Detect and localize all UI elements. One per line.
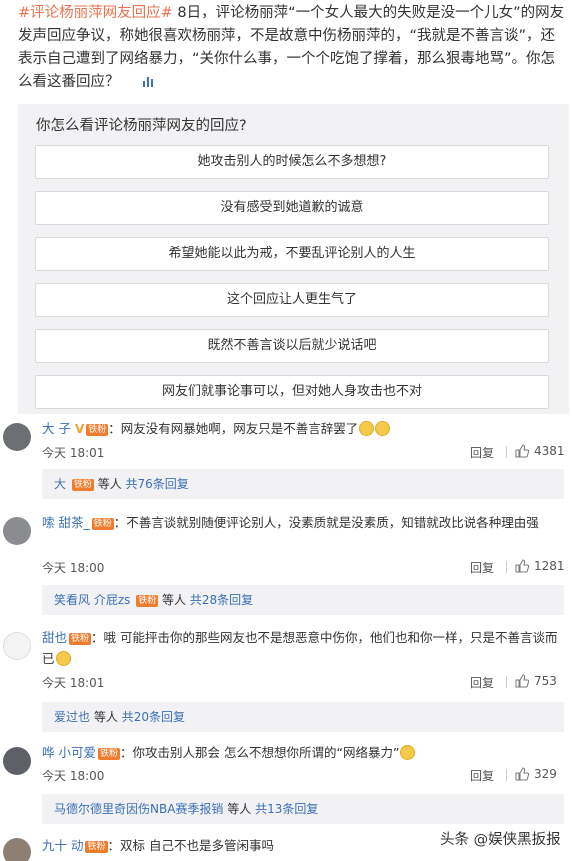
comment-text: 嗦 甜茶_ 铁粉 ：不善言谈就别随便评论别人，没素质就是没素质，知错就改比说各种理由… (42, 515, 539, 530)
sub-replies[interactable]: 大 铁粉 等人 共76条回复 (42, 469, 564, 499)
like-count: 1281 (534, 559, 565, 573)
poll-option[interactable]: 希望她能以此为戒，不要乱评论别人的人生 (35, 237, 549, 271)
thumbs-up-icon[interactable] (515, 444, 530, 458)
comment-text: 哗 小可爱 铁粉 ：你攻击别人那会 怎么不想想你所谓的“网络暴力” (42, 742, 562, 763)
post-text: #评论杨丽萍网友回应# 8日，评论杨丽萍“一个女人最大的失败是没一个儿女”的网友… (18, 2, 566, 94)
emoji-icon (55, 651, 71, 666)
reply-button[interactable]: 回复 (470, 674, 494, 691)
fan-badge: 铁粉 (69, 633, 92, 645)
poll-title: 你怎么看评论杨丽萍网友的回应? (36, 118, 247, 134)
divider (506, 446, 507, 458)
comment-username[interactable]: 大 子 (42, 421, 71, 436)
emoji-icon (359, 421, 375, 436)
comment-time: 今天 18:01 (42, 676, 105, 690)
comment-body: 哦 可能抨击你的那些网友也不是想恶意中伤你，他们也和你一样，只是不善言谈而已 (42, 630, 558, 666)
comment-body: 双标 自己不也是多管闲事吗 (120, 838, 274, 853)
like-count: 753 (534, 674, 557, 688)
verified-badge-icon: V (74, 422, 85, 436)
sub-reply-user[interactable]: 爱过也 (54, 710, 90, 724)
reply-button[interactable]: 回复 (470, 444, 494, 461)
thumbs-up-icon[interactable] (515, 559, 530, 573)
fan-badge: 铁粉 (85, 841, 108, 853)
sub-replies[interactable]: 马德尔德里奇因伤NBA赛季报销 等人 共13条回复 (42, 794, 564, 824)
avatar[interactable] (3, 632, 31, 660)
sub-reply-mid: 等人 (97, 477, 122, 491)
sub-reply-user[interactable]: 笑看风 介屁zs (54, 593, 130, 607)
reply-button[interactable]: 回复 (470, 767, 494, 784)
sub-replies[interactable]: 笑看风 介屁zs 铁粉 等人 共28条回复 (42, 585, 564, 615)
divider (506, 561, 507, 573)
comment-time: 今天 18:00 (42, 561, 105, 575)
like-count: 4381 (534, 444, 565, 458)
comment-body: 不善言谈就别随便评论别人，没素质就是没素质，知错就改比说各种理由强 (126, 515, 539, 530)
watermark: 头条 @娱侠黑扳报 (440, 832, 561, 848)
divider (506, 769, 507, 781)
poll-option[interactable]: 这个回应让人更生气了 (35, 283, 549, 317)
fan-badge: 铁粉 (71, 479, 94, 491)
comment-time: 今天 18:01 (42, 446, 105, 460)
comment-time: 今天 18:00 (42, 769, 105, 783)
sub-reply-mid: 等人 (162, 593, 187, 607)
emoji-icon (400, 745, 416, 760)
emoji-icon (375, 421, 391, 436)
comment-username[interactable]: 哗 小可爱 (42, 745, 96, 760)
thumbs-up-icon[interactable] (515, 674, 530, 688)
fan-badge: 铁粉 (91, 518, 114, 530)
more-replies-link[interactable]: 共13条回复 (255, 802, 318, 816)
comment-body: 网友没有网暴她啊，网友只是不善言辞罢了 (120, 421, 359, 436)
divider (506, 676, 507, 688)
comment-actions: 回复 1281 (470, 559, 565, 575)
comment-text: 大 子 V 铁粉 ：网友没有网暴她啊，网友只是不善言辞罢了 (42, 418, 562, 440)
sub-reply-user[interactable]: 马德尔德里奇因伤NBA赛季报销 (54, 802, 223, 816)
sub-reply-mid: 等人 (227, 802, 252, 816)
comment-actions: 回复 4381 (470, 444, 565, 460)
avatar[interactable] (3, 747, 31, 775)
comment-username[interactable]: 甜也 (42, 630, 67, 645)
thumbs-up-icon[interactable] (515, 767, 530, 781)
sub-reply-user[interactable]: 大 (54, 477, 66, 491)
more-replies-link[interactable]: 共76条回复 (126, 477, 189, 491)
more-replies-link[interactable]: 共20条回复 (122, 710, 185, 724)
hashtag-link[interactable]: #评论杨丽萍网友回应# (18, 5, 173, 21)
sub-replies[interactable]: 爱过也 等人 共20条回复 (42, 702, 564, 732)
comment-username[interactable]: 嗦 甜茶_ (42, 515, 90, 530)
comment-username[interactable]: 九十 动 (42, 838, 83, 853)
comment-actions: 回复 753 (470, 674, 565, 690)
avatar[interactable] (3, 423, 31, 451)
fan-badge: 铁粉 (136, 595, 159, 607)
like-count: 329 (534, 767, 557, 781)
poll-option[interactable]: 没有感受到她道歉的诚意 (35, 191, 549, 225)
avatar[interactable] (3, 838, 31, 861)
more-replies-link[interactable]: 共28条回复 (190, 593, 253, 607)
poll-option[interactable]: 网友们就事论事可以，但对她人身攻击也不对 (35, 375, 549, 409)
sub-reply-mid: 等人 (93, 710, 118, 724)
comment-actions: 回复 329 (470, 767, 565, 783)
poll-option[interactable]: 她攻击别人的时候怎么不多想想? (35, 145, 549, 179)
chart-icon (142, 72, 154, 87)
reply-button[interactable]: 回复 (470, 559, 494, 576)
fan-badge: 铁粉 (97, 748, 120, 760)
poll-option[interactable]: 既然不善言谈以后就少说话吧 (35, 329, 549, 363)
poll-card: 你怎么看评论杨丽萍网友的回应? 她攻击别人的时候怎么不多想想? 没有感受到她道歉… (18, 104, 569, 414)
fan-badge: 铁粉 (86, 424, 109, 436)
avatar[interactable] (3, 517, 31, 545)
comment-text: 甜也 铁粉 ：哦 可能抨击你的那些网友也不是想恶意中伤你，他们也和你一样，只是不善言… (42, 630, 558, 666)
comment-body: 你攻击别人那会 怎么不想想你所谓的“网络暴力” (132, 745, 400, 760)
